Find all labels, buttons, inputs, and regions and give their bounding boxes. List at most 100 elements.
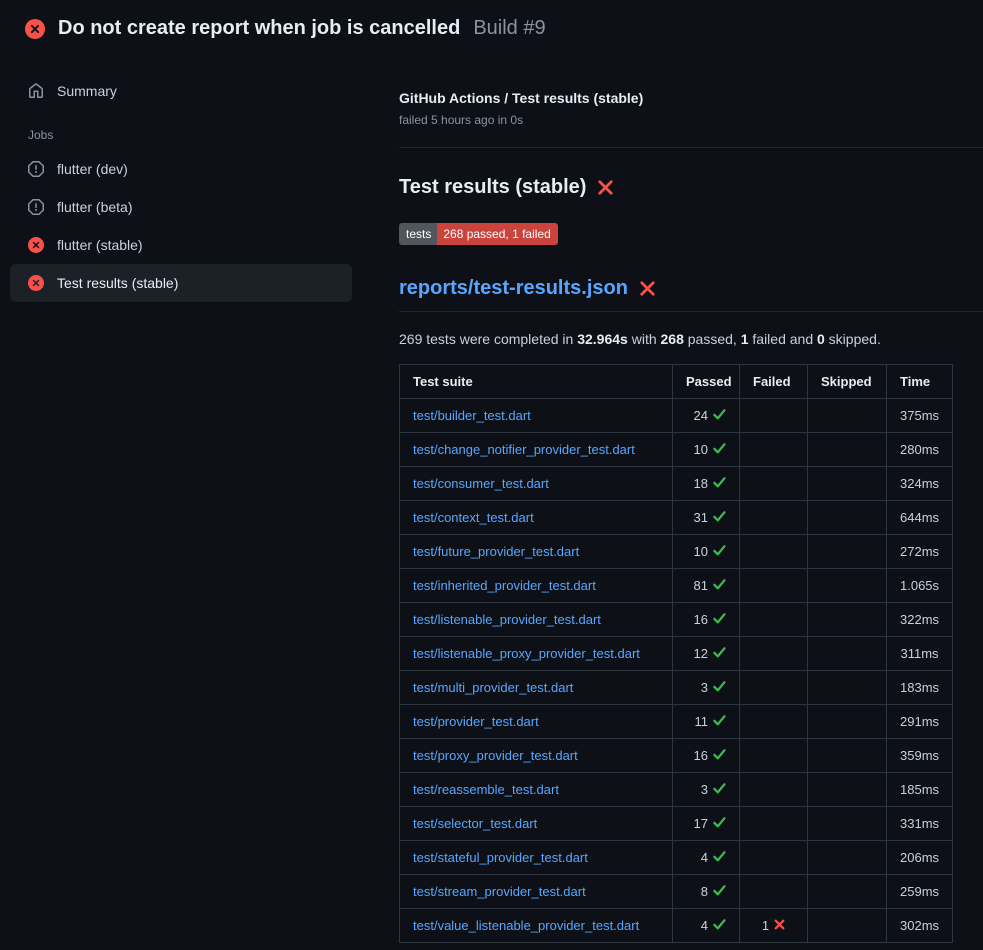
check-icon [713, 715, 726, 726]
sidebar-item-summary[interactable]: Summary [10, 72, 352, 110]
report-file-link[interactable]: reports/test-results.json [399, 277, 628, 300]
sidebar-item-label: flutter (dev) [57, 161, 128, 177]
failed-cell [740, 739, 808, 773]
failed-status-icon [25, 19, 45, 39]
passed-cell: 81 [673, 569, 740, 603]
check-icon [713, 579, 726, 590]
table-row: test/multi_provider_test.dart3183ms [400, 671, 953, 705]
table-row: test/future_provider_test.dart10272ms [400, 535, 953, 569]
skipped-cell [808, 535, 887, 569]
time-cell: 206ms [887, 841, 953, 875]
time-cell: 272ms [887, 535, 953, 569]
check-icon [713, 613, 726, 624]
column-header-test-suite: Test suite [400, 365, 673, 399]
suite-link[interactable]: test/stream_provider_test.dart [413, 884, 586, 899]
badge-label: tests [399, 223, 437, 245]
section-title: Test results (stable) [399, 176, 586, 199]
check-icon [713, 511, 726, 522]
table-header-row: Test suite Passed Failed Skipped Time [400, 365, 953, 399]
check-icon [713, 545, 726, 556]
time-cell: 359ms [887, 739, 953, 773]
suite-cell: test/builder_test.dart [400, 399, 673, 433]
skipped-cell [808, 637, 887, 671]
suite-link[interactable]: test/stateful_provider_test.dart [413, 850, 588, 865]
skipped-cell [808, 569, 887, 603]
skipped-cell [808, 433, 887, 467]
sidebar-item-label: flutter (stable) [57, 237, 143, 253]
time-cell: 644ms [887, 501, 953, 535]
column-header-passed: Passed [673, 365, 740, 399]
suite-link[interactable]: test/multi_provider_test.dart [413, 680, 573, 695]
time-cell: 185ms [887, 773, 953, 807]
sidebar-item-flutter-dev[interactable]: flutter (dev) [10, 150, 352, 188]
suite-cell: test/reassemble_test.dart [400, 773, 673, 807]
failed-cell [740, 467, 808, 501]
suite-link[interactable]: test/listenable_provider_test.dart [413, 612, 601, 627]
check-icon [713, 885, 726, 896]
table-row: test/listenable_provider_test.dart16322m… [400, 603, 953, 637]
suite-cell: test/stream_provider_test.dart [400, 875, 673, 909]
time-cell: 331ms [887, 807, 953, 841]
failed-x-icon [597, 179, 614, 196]
check-icon [713, 477, 726, 488]
suite-cell: test/provider_test.dart [400, 705, 673, 739]
table-row: test/inherited_provider_test.dart811.065… [400, 569, 953, 603]
table-row: test/stream_provider_test.dart 8 259ms [400, 875, 953, 909]
time-cell: 311ms [887, 637, 953, 671]
failed-cell [740, 841, 808, 875]
skipped-cell [808, 739, 887, 773]
column-header-time: Time [887, 365, 953, 399]
check-icon [713, 409, 726, 420]
skipped-cell [808, 603, 887, 637]
sidebar-item-test-results-stable[interactable]: Test results (stable) [10, 264, 352, 302]
sidebar-item-flutter-stable[interactable]: flutter (stable) [10, 226, 352, 264]
suite-link[interactable]: test/proxy_provider_test.dart [413, 748, 578, 763]
suite-cell: test/multi_provider_test.dart [400, 671, 673, 705]
suite-cell: test/listenable_provider_test.dart [400, 603, 673, 637]
cancelled-status-icon [28, 199, 44, 215]
suite-cell: test/context_test.dart [400, 501, 673, 535]
time-cell: 259ms [887, 875, 953, 909]
passed-cell: 18 [673, 467, 740, 501]
sidebar-item-label: Test results (stable) [57, 275, 178, 291]
suite-link[interactable]: test/future_provider_test.dart [413, 544, 579, 559]
suite-link[interactable]: test/value_listenable_provider_test.dart [413, 918, 639, 933]
passed-cell: 3 [673, 773, 740, 807]
build-number: Build #9 [473, 17, 545, 40]
table-row: test/proxy_provider_test.dart 16 359ms [400, 739, 953, 773]
table-row: test/selector_test.dart 17 331ms [400, 807, 953, 841]
suite-cell: test/consumer_test.dart [400, 467, 673, 501]
passed-cell: 17 [673, 807, 740, 841]
skipped-cell [808, 841, 887, 875]
failed-cell [740, 433, 808, 467]
run-status-text: failed 5 hours ago in 0s [399, 113, 983, 127]
breadcrumb: GitHub Actions / Test results (stable) [399, 90, 983, 106]
suite-link[interactable]: test/listenable_proxy_provider_test.dart [413, 646, 640, 661]
time-cell: 280ms [887, 433, 953, 467]
suite-cell: test/listenable_proxy_provider_test.dart [400, 637, 673, 671]
suite-link[interactable]: test/inherited_provider_test.dart [413, 578, 596, 593]
skipped-cell [808, 467, 887, 501]
skipped-cell [808, 705, 887, 739]
passed-cell: 16 [673, 739, 740, 773]
suite-link[interactable]: test/consumer_test.dart [413, 476, 549, 491]
check-icon [713, 783, 726, 794]
suite-link[interactable]: test/builder_test.dart [413, 408, 531, 423]
passed-cell: 8 [673, 875, 740, 909]
main-content: GitHub Actions / Test results (stable) f… [383, 52, 983, 943]
sidebar-item-flutter-beta[interactable]: flutter (beta) [10, 188, 352, 226]
skipped-cell [808, 875, 887, 909]
suite-link[interactable]: test/selector_test.dart [413, 816, 537, 831]
suite-link[interactable]: test/provider_test.dart [413, 714, 539, 729]
suite-link[interactable]: test/reassemble_test.dart [413, 782, 559, 797]
failed-status-icon [28, 237, 44, 253]
suite-link[interactable]: test/change_notifier_provider_test.dart [413, 442, 635, 457]
skipped-cell [808, 671, 887, 705]
suite-link[interactable]: test/context_test.dart [413, 510, 534, 525]
failed-cell [740, 671, 808, 705]
time-cell: 302ms [887, 909, 953, 943]
results-table: Test suite Passed Failed Skipped Time te… [399, 364, 953, 943]
skipped-cell [808, 501, 887, 535]
suite-cell: test/inherited_provider_test.dart [400, 569, 673, 603]
table-row: test/change_notifier_provider_test.dart1… [400, 433, 953, 467]
